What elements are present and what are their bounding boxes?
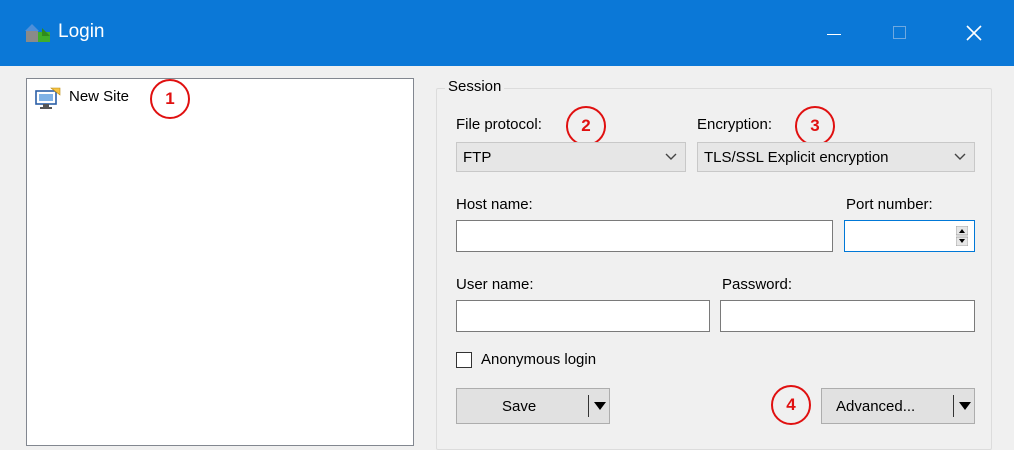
maximize-button[interactable]	[880, 14, 920, 52]
encryption-label: Encryption:	[697, 116, 773, 133]
port-number-label: Port number:	[846, 196, 933, 213]
save-dropdown-arrow-icon[interactable]	[594, 402, 606, 410]
user-name-input[interactable]	[456, 300, 710, 332]
dialog-body: New Site 1 Session File protocol: 2 FTP …	[0, 66, 1014, 450]
port-spinner-icon[interactable]	[956, 226, 968, 246]
anonymous-login-checkbox[interactable]	[456, 352, 472, 368]
app-icon	[25, 24, 50, 42]
callout-marker-4: 4	[771, 385, 811, 425]
host-name-input[interactable]	[456, 220, 833, 252]
callout-marker-2: 2	[566, 106, 606, 146]
minimize-button[interactable]	[814, 14, 854, 52]
anonymous-login-label[interactable]: Anonymous login	[481, 351, 596, 368]
advanced-split-divider	[953, 395, 954, 417]
chevron-down-icon	[665, 153, 677, 160]
callout-marker-3: 3	[795, 106, 835, 146]
password-label: Password:	[722, 276, 793, 293]
chevron-down-icon	[954, 153, 966, 160]
window-title: Login	[58, 21, 105, 42]
encryption-value: TLS/SSL Explicit encryption	[704, 149, 889, 166]
file-protocol-value: FTP	[463, 149, 492, 166]
file-protocol-select[interactable]: FTP	[456, 142, 686, 172]
session-group-title: Session	[445, 78, 505, 95]
host-name-label: Host name:	[456, 196, 533, 213]
advanced-button-label: Advanced...	[836, 398, 916, 415]
advanced-button[interactable]: Advanced...	[821, 388, 975, 424]
advanced-dropdown-arrow-icon[interactable]	[959, 402, 971, 410]
close-button[interactable]	[954, 14, 994, 52]
password-input[interactable]	[720, 300, 975, 332]
monitor-site-icon	[35, 87, 61, 109]
title-bar: Login	[0, 0, 1014, 66]
tree-item-label: New Site	[69, 88, 130, 105]
encryption-select[interactable]: TLS/SSL Explicit encryption	[697, 142, 975, 172]
save-split-divider	[588, 395, 589, 417]
file-protocol-label: File protocol:	[456, 116, 542, 133]
save-button[interactable]: Save	[456, 388, 610, 424]
site-tree[interactable]: New Site	[26, 78, 414, 446]
save-button-label: Save	[502, 398, 537, 415]
user-name-label: User name:	[456, 276, 534, 293]
callout-marker-1: 1	[150, 79, 190, 119]
close-icon	[966, 25, 982, 41]
